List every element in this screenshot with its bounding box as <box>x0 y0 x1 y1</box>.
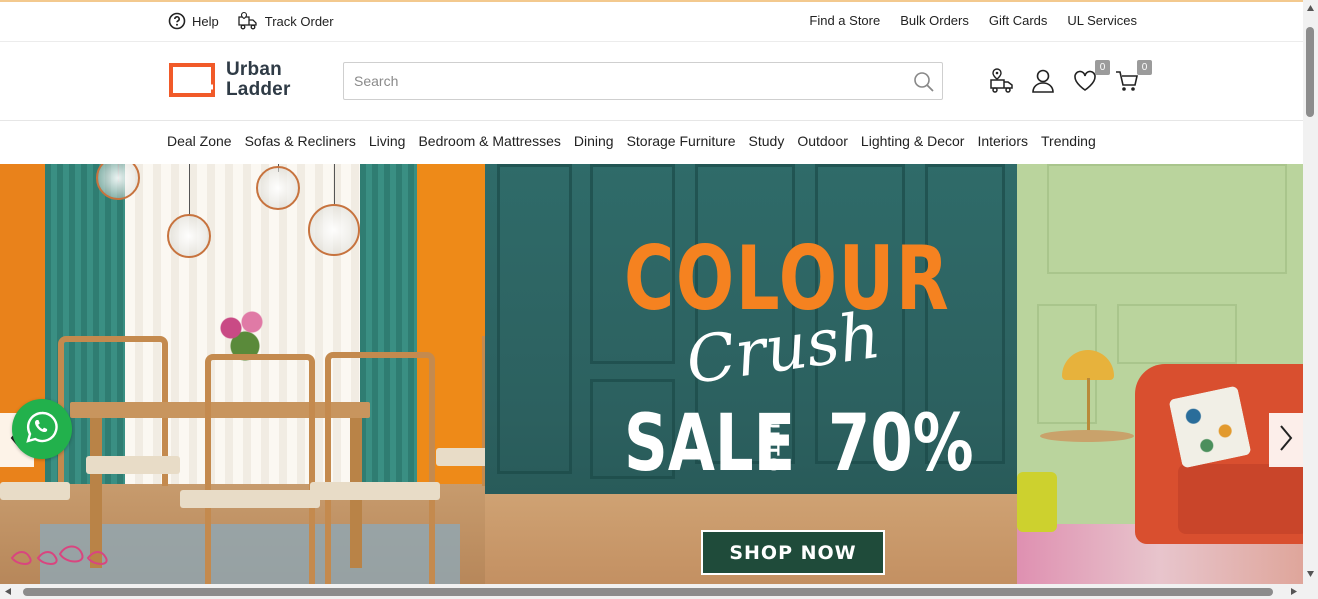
side-table <box>1040 430 1134 442</box>
wishlist-count-badge: 0 <box>1095 60 1110 75</box>
track-order-link[interactable]: Track Order <box>237 11 334 31</box>
chair-seat <box>180 490 320 508</box>
decorative-bow-icon <box>8 540 124 573</box>
urban-ladder-logo[interactable]: Urban Ladder <box>168 60 291 100</box>
category-nav: Deal Zone Sofas & Recliners Living Bedro… <box>0 121 1303 163</box>
user-account-icon[interactable] <box>1030 68 1056 94</box>
scroll-left-arrow-icon[interactable] <box>5 588 11 595</box>
help-label: Help <box>192 13 219 29</box>
search-icon[interactable] <box>912 70 936 99</box>
chevron-right-icon <box>1278 424 1294 457</box>
track-order-label: Track Order <box>264 13 334 29</box>
horizontal-scroll-thumb[interactable] <box>23 588 1273 596</box>
main-header: Urban Ladder 0 0 <box>0 42 1303 121</box>
horizontal-scrollbar[interactable] <box>0 584 1318 599</box>
nav-item-trending[interactable]: Trending <box>1041 133 1096 149</box>
chair-seat <box>86 456 180 474</box>
pendant-lamp <box>167 214 211 258</box>
bulk-orders-link[interactable]: Bulk Orders <box>900 13 969 28</box>
vertical-scrollbar[interactable] <box>1303 0 1318 584</box>
ul-services-link[interactable]: UL Services <box>1067 13 1137 28</box>
shop-now-button[interactable]: SHOP NOW <box>701 530 885 575</box>
wall-moulding <box>1047 164 1287 274</box>
nav-item-living[interactable]: Living <box>369 133 406 149</box>
cart-count-badge: 0 <box>1137 60 1152 75</box>
find-store-link[interactable]: Find a Store <box>809 13 880 28</box>
nav-item-lighting-decor[interactable]: Lighting & Decor <box>861 133 965 149</box>
pendant-lamp <box>308 204 360 256</box>
scroll-down-arrow-icon[interactable] <box>1307 571 1314 577</box>
search-box <box>343 62 943 100</box>
search-input[interactable] <box>344 63 884 99</box>
carousel-next-button[interactable] <box>1269 413 1303 467</box>
logo-mark-icon <box>168 62 216 98</box>
store-locator-icon[interactable] <box>988 68 1014 94</box>
wall-panel <box>497 164 572 474</box>
pendant-lamp <box>256 166 300 210</box>
chair-seat <box>0 482 70 500</box>
nav-item-bedroom-mattresses[interactable]: Bedroom & Mattresses <box>418 133 560 149</box>
nav-item-storage-furniture[interactable]: Storage Furniture <box>627 133 736 149</box>
chair-seat <box>310 482 440 500</box>
lamp-stem <box>1087 378 1090 432</box>
wishlist-heart-icon[interactable]: 0 <box>1072 60 1110 94</box>
vertical-scroll-thumb[interactable] <box>1306 27 1314 117</box>
nav-item-outdoor[interactable]: Outdoor <box>797 133 848 149</box>
dining-chair <box>205 354 315 584</box>
nav-item-sofas-recliners[interactable]: Sofas & Recliners <box>245 133 356 149</box>
scroll-right-arrow-icon[interactable] <box>1291 588 1297 595</box>
header-actions: 0 0 <box>988 60 1152 94</box>
printed-cushion <box>1168 385 1252 469</box>
hero-discount-text: 70% <box>828 399 974 489</box>
hero-banner[interactable]: COLOUR Crush SALE UPTO 70% SHOP NOW <box>0 164 1303 584</box>
hero-dining-scene <box>0 164 542 584</box>
help-link[interactable]: Help <box>168 12 219 30</box>
wall-moulding <box>1117 304 1237 364</box>
logo-line-2: Ladder <box>226 79 291 100</box>
nav-item-deal-zone[interactable]: Deal Zone <box>167 133 232 149</box>
pendant-wire <box>334 164 335 204</box>
hero-upto-text: UPTO <box>764 416 783 474</box>
yellow-pouf <box>1017 472 1057 532</box>
whatsapp-icon <box>25 410 59 449</box>
page: Help Track Order Find a Store Bulk Order… <box>0 0 1303 584</box>
logo-text: Urban Ladder <box>226 60 291 100</box>
gift-cards-link[interactable]: Gift Cards <box>989 13 1048 28</box>
pendant-wire <box>189 164 190 216</box>
nav-item-study[interactable]: Study <box>749 133 785 149</box>
help-icon <box>168 12 186 30</box>
sofa-seat <box>1178 464 1303 534</box>
nav-item-dining[interactable]: Dining <box>574 133 614 149</box>
utility-bar: Help Track Order Find a Store Bulk Order… <box>0 2 1303 42</box>
nav-item-interiors[interactable]: Interiors <box>977 133 1028 149</box>
logo-line-1: Urban <box>226 59 282 80</box>
scroll-up-arrow-icon[interactable] <box>1307 5 1314 11</box>
cart-icon[interactable]: 0 <box>1114 60 1152 94</box>
dining-chair <box>325 352 435 584</box>
whatsapp-chat-button[interactable] <box>12 399 72 459</box>
truck-icon <box>237 11 259 31</box>
